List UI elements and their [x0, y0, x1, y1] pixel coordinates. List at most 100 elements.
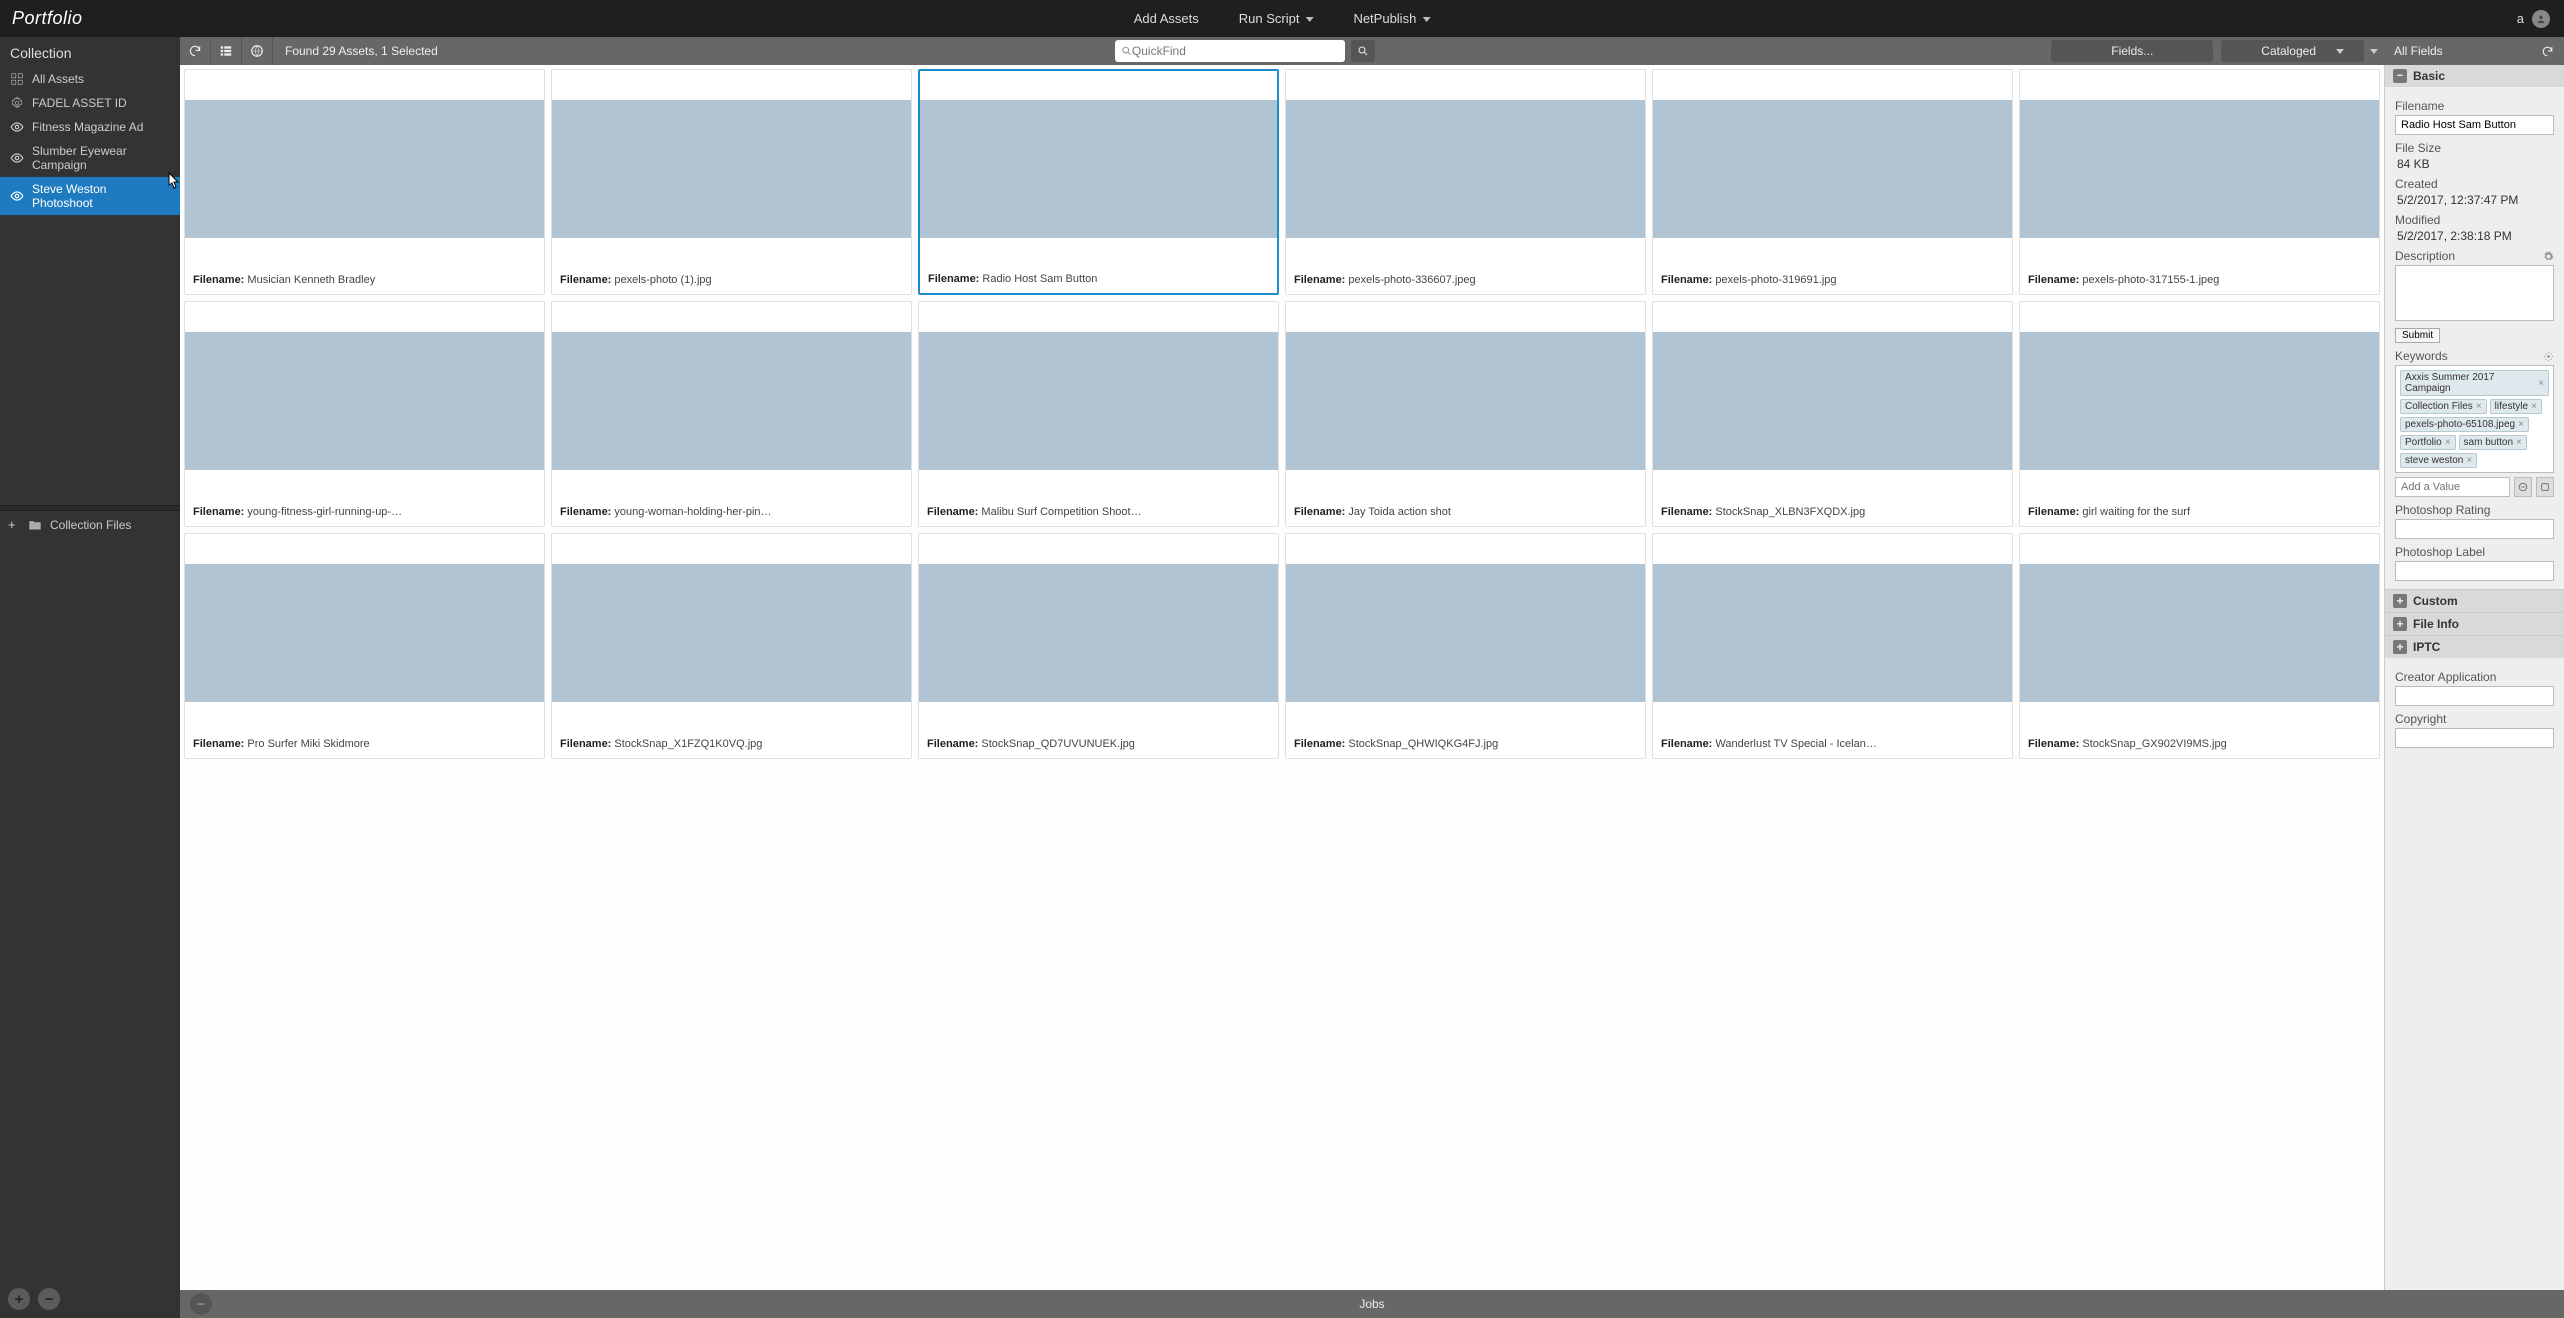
remove-keyword-icon[interactable]: × [2518, 419, 2524, 430]
inspector-panel[interactable]: − Basic Filename File Size 84 KB Created… [2384, 65, 2564, 1290]
inspector-refresh-button[interactable] [2541, 45, 2554, 58]
topbar-user-area[interactable]: a [2517, 10, 2550, 28]
sidebar-item-fitness-magazine-ad[interactable]: Fitness Magazine Ad [0, 115, 180, 139]
topbar-menu-run-script[interactable]: Run Script [1239, 11, 1314, 26]
asset-card[interactable]: Filename: pexels-photo-319691.jpg [1652, 69, 2013, 295]
remove-keyword-icon[interactable]: × [2466, 455, 2472, 466]
asset-card[interactable]: Filename: Malibu Surf Competition Shoot… [918, 301, 1279, 527]
asset-card[interactable]: Filename: StockSnap_X1FZQ1K0VQ.jpg [551, 533, 912, 759]
add-collection-button[interactable]: + [8, 1288, 30, 1310]
keyword-tag[interactable]: Collection Files× [2400, 399, 2487, 414]
creator-app-input[interactable] [2395, 686, 2554, 706]
clear-keyword-button[interactable] [2514, 477, 2532, 497]
map-view-button[interactable] [242, 37, 273, 65]
remove-keyword-icon[interactable]: × [2531, 401, 2537, 412]
asset-card[interactable]: Filename: StockSnap_QD7UVUNUEK.jpg [918, 533, 1279, 759]
asset-thumbnail[interactable] [919, 534, 1278, 732]
section-basic-body: Filename File Size 84 KB Created 5/2/201… [2385, 87, 2564, 589]
ps-rating-input[interactable] [2395, 519, 2554, 539]
asset-card[interactable]: Filename: Jay Toida action shot [1285, 301, 1646, 527]
asset-card[interactable]: Filename: Musician Kenneth Bradley [184, 69, 545, 295]
asset-card[interactable]: Filename: pexels-photo (1).jpg [551, 69, 912, 295]
asset-card[interactable]: Filename: StockSnap_GX902VI9MS.jpg [2019, 533, 2380, 759]
asset-card[interactable]: Filename: pexels-photo-317155-1.jpeg [2019, 69, 2380, 295]
asset-thumbnail[interactable] [2020, 70, 2379, 268]
gear-icon[interactable] [2543, 251, 2554, 262]
keyword-tag[interactable]: pexels-photo-65108.jpeg× [2400, 417, 2529, 432]
topbar-menu-netpublish[interactable]: NetPublish [1353, 11, 1430, 26]
asset-thumbnail[interactable] [1286, 534, 1645, 732]
asset-thumbnail[interactable] [1286, 302, 1645, 500]
asset-thumbnail[interactable] [185, 70, 544, 268]
ps-label-input[interactable] [2395, 561, 2554, 581]
keyword-tag[interactable]: steve weston× [2400, 453, 2477, 468]
keyword-tag[interactable]: Axxis Summer 2017 Campaign× [2400, 370, 2549, 396]
expand-icon[interactable]: + [8, 517, 20, 532]
remove-collection-button[interactable]: − [38, 1288, 60, 1310]
section-fileinfo-header[interactable]: + File Info [2385, 612, 2564, 635]
remove-keyword-icon[interactable]: × [2476, 401, 2482, 412]
asset-thumbnail[interactable] [552, 302, 911, 500]
quickfind-input[interactable] [1132, 44, 1339, 58]
asset-card[interactable]: Filename: young-fitness-girl-running-up-… [184, 301, 545, 527]
jobs-bar[interactable]: − Jobs [180, 1290, 2564, 1318]
section-fileinfo-title: File Info [2413, 617, 2459, 631]
remove-keyword-icon[interactable]: × [2445, 437, 2451, 448]
add-keyword-input[interactable] [2395, 477, 2510, 497]
asset-thumbnail[interactable] [185, 534, 544, 732]
collection-files-row[interactable]: + Collection Files [0, 511, 180, 538]
refresh-button[interactable] [180, 37, 211, 65]
sidebar-item-fadel-asset-id[interactable]: FADEL ASSET ID [0, 91, 180, 115]
filename-input[interactable] [2395, 115, 2554, 135]
asset-thumbnail[interactable] [1653, 534, 2012, 732]
asset-card[interactable]: Filename: young-woman-holding-her-pin… [551, 301, 912, 527]
modified-label: Modified [2395, 213, 2554, 227]
asset-card[interactable]: Filename: pexels-photo-336607.jpeg [1285, 69, 1646, 295]
sidebar-item-steve-weston-photoshoot[interactable]: Steve Weston Photoshoot [0, 177, 180, 215]
jobs-minimize-button[interactable]: − [190, 1293, 212, 1315]
description-textarea[interactable] [2395, 265, 2554, 321]
section-iptc-header[interactable]: + IPTC [2385, 635, 2564, 658]
remove-keyword-icon[interactable]: × [2538, 378, 2544, 389]
topbar-menu-add-assets[interactable]: Add Assets [1134, 11, 1199, 26]
cataloged-dropdown[interactable]: Cataloged [2221, 40, 2364, 62]
asset-thumbnail[interactable] [1653, 302, 2012, 500]
asset-thumbnail[interactable] [552, 70, 911, 268]
asset-grid-scroll[interactable]: Filename: Musician Kenneth BradleyFilena… [180, 65, 2384, 1290]
sidebar-item-all-assets[interactable]: All Assets [0, 67, 180, 91]
section-custom-header[interactable]: + Custom [2385, 589, 2564, 612]
asset-card[interactable]: Filename: Wanderlust TV Special - Icelan… [1652, 533, 2013, 759]
asset-thumbnail[interactable] [2020, 534, 2379, 732]
quickfind-field[interactable] [1115, 40, 1345, 62]
asset-card[interactable]: Filename: StockSnap_XLBN3FXQDX.jpg [1652, 301, 2013, 527]
asset-card[interactable]: Filename: Radio Host Sam Button [918, 69, 1279, 295]
asset-thumbnail[interactable] [185, 302, 544, 500]
advanced-search-button[interactable] [1351, 40, 1375, 62]
asset-filename: Filename: Jay Toida action shot [1286, 500, 1645, 526]
inspector-header: All Fields [2384, 37, 2564, 65]
apply-keyword-button[interactable] [2536, 477, 2554, 497]
list-view-button[interactable] [211, 37, 242, 65]
sort-direction-button[interactable] [2364, 37, 2384, 65]
asset-card[interactable]: Filename: StockSnap_QHWIQKG4FJ.jpg [1285, 533, 1646, 759]
asset-thumbnail[interactable] [1286, 70, 1645, 268]
asset-thumbnail[interactable] [919, 302, 1278, 500]
asset-filename: Filename: StockSnap_QHWIQKG4FJ.jpg [1286, 732, 1645, 758]
sidebar-item-slumber-eyewear-campaign[interactable]: Slumber Eyewear Campaign [0, 139, 180, 177]
gear-icon[interactable] [2543, 351, 2554, 362]
section-basic-header[interactable]: − Basic [2385, 65, 2564, 87]
asset-thumbnail[interactable] [2020, 302, 2379, 500]
asset-thumbnail[interactable] [552, 534, 911, 732]
keyword-tag[interactable]: Portfolio× [2400, 435, 2456, 450]
asset-thumbnail[interactable] [1653, 70, 2012, 268]
copyright-input[interactable] [2395, 728, 2554, 748]
asset-thumbnail[interactable] [920, 71, 1277, 267]
description-submit-button[interactable]: Submit [2395, 328, 2440, 343]
asset-card[interactable]: Filename: girl waiting for the surf [2019, 301, 2380, 527]
remove-keyword-icon[interactable]: × [2516, 437, 2522, 448]
keyword-tag[interactable]: sam button× [2459, 435, 2527, 450]
fields-dropdown[interactable]: Fields... [2051, 40, 2213, 62]
user-avatar-icon[interactable] [2532, 10, 2550, 28]
keyword-tag[interactable]: lifestyle× [2490, 399, 2542, 414]
asset-card[interactable]: Filename: Pro Surfer Miki Skidmore [184, 533, 545, 759]
